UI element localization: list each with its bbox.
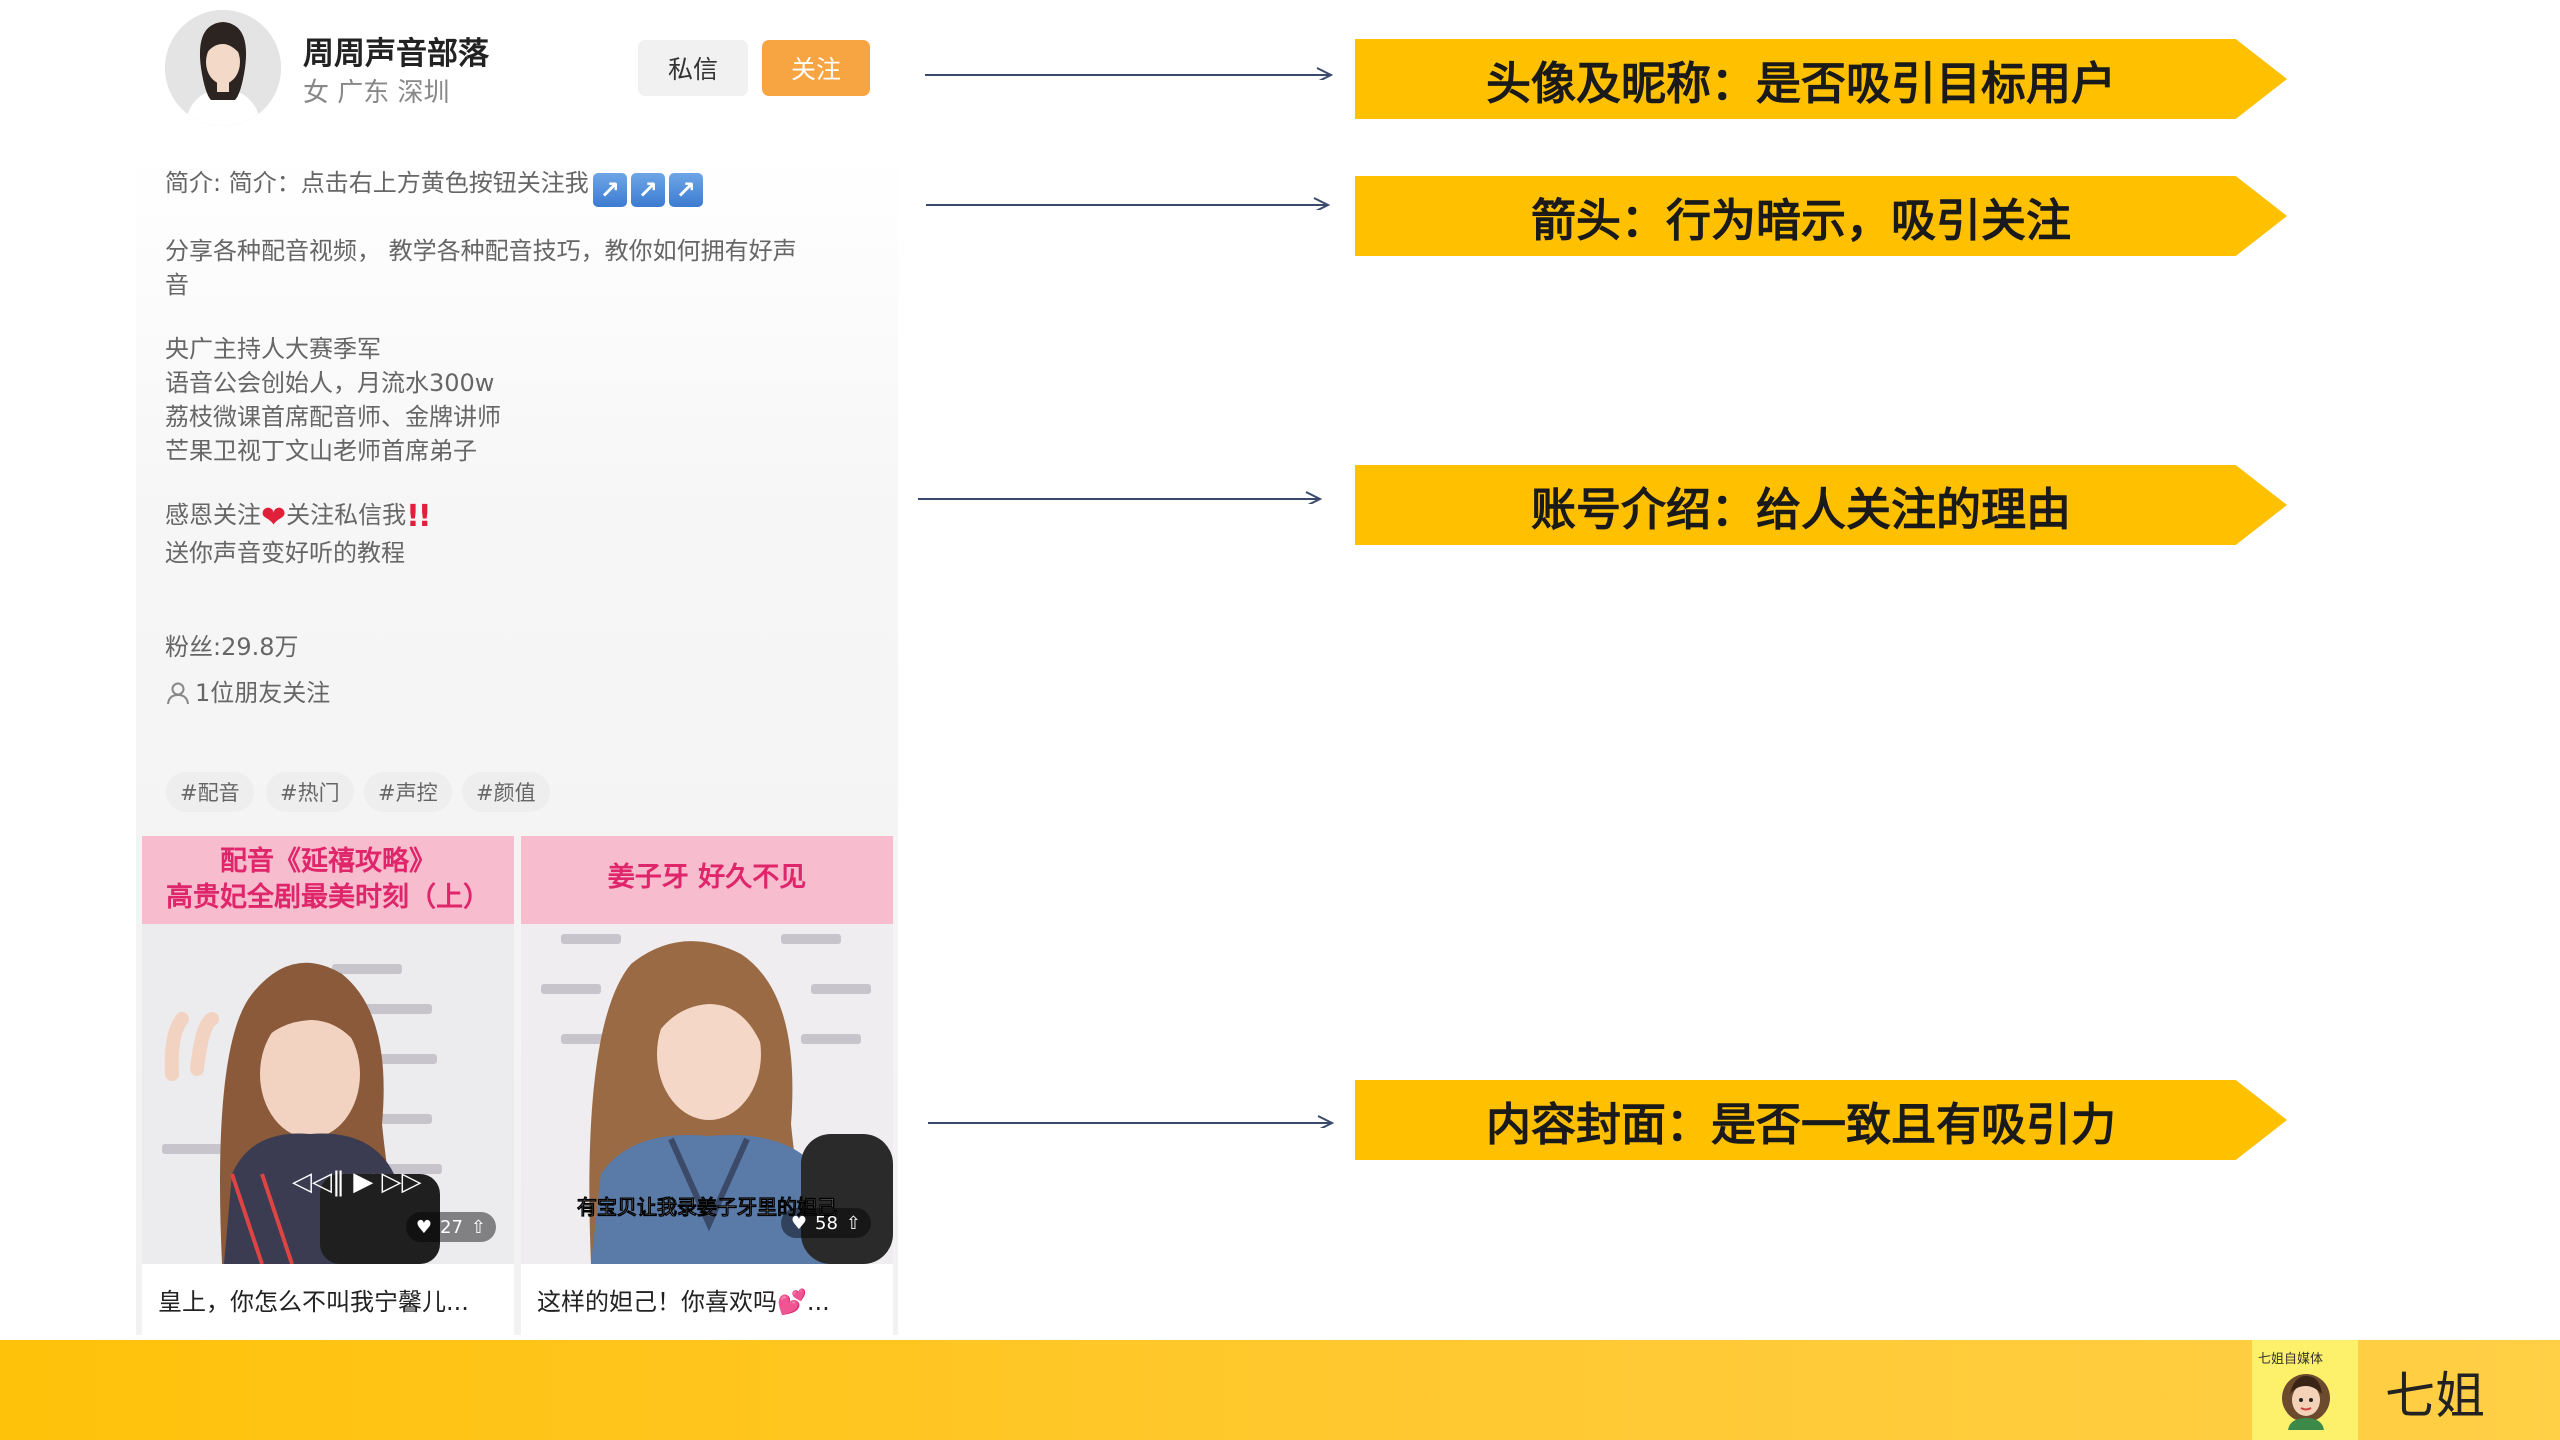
bio-text: 感恩关注 xyxy=(165,501,261,529)
friends-text: 1位朋友关注 xyxy=(195,679,331,707)
annotation-banner-arrows: 箭头：行为暗示，吸引关注 xyxy=(1355,176,2287,256)
annotation-banner-covers: 内容封面：是否一致且有吸引力 xyxy=(1355,1080,2287,1160)
friends-following[interactable]: 1位朋友关注 xyxy=(165,676,330,710)
heart-icon: ❤ xyxy=(261,500,287,535)
video-cover-title: 姜子牙 好久不见 xyxy=(521,836,893,924)
avatar-cartoon-icon xyxy=(2282,1374,2330,1430)
share-icon: ⇧ xyxy=(470,1216,486,1238)
double-exclamation-icon: !! xyxy=(406,499,431,534)
bio-intro-text: 简介: 简介：点击右上方黄色按钮关注我 xyxy=(165,169,589,197)
like-badge: ♥ 27 ⇧ xyxy=(405,1212,496,1242)
cover-title-line: 姜子牙 好久不见 xyxy=(607,862,807,893)
logo-text: 七姐自媒体 xyxy=(2258,1352,2324,1367)
bio-line: 语音公会创始人，月流水300w xyxy=(165,369,495,397)
video-card[interactable]: 配音《延禧攻略》 高贵妃全剧最美时刻（上） ◁◁‖ ▶ ▷▷ ♥ 27 ⇧ 皇上，你… xyxy=(142,836,514,1336)
follow-button[interactable]: 关注 xyxy=(762,40,870,96)
video-thumbnail: ◁◁‖ ▶ ▷▷ ♥ 27 ⇧ xyxy=(142,924,514,1264)
pointer-arrow xyxy=(928,1115,1335,1128)
tag-chip[interactable]: #颜值 xyxy=(462,772,550,812)
heart-icon: ♥ xyxy=(790,1212,807,1234)
video-cover-title: 配音《延禧攻略》 高贵妃全剧最美时刻（上） xyxy=(142,836,514,924)
video-footer: 皇上，你怎么不叫我宁馨儿... xyxy=(142,1264,514,1336)
like-count: 27 xyxy=(440,1216,463,1238)
bio-line: 音 xyxy=(165,271,189,299)
cover-title-line: 高贵妃全剧最美时刻（上） xyxy=(166,882,490,913)
caption-text: 这样的妲己！你喜欢吗 xyxy=(537,1288,777,1316)
cover-title-line: 配音《延禧攻略》 xyxy=(220,846,436,877)
annotation-banner-avatar: 头像及昵称：是否吸引目标用户 xyxy=(1355,39,2287,119)
caption-ellipsis: ... xyxy=(806,1288,830,1316)
user-icon xyxy=(167,682,189,705)
tag-chip[interactable]: #配音 xyxy=(166,772,254,812)
annotation-banner-bio: 账号介绍：给人关注的理由 xyxy=(1355,465,2287,545)
tag-chip[interactable]: #声控 xyxy=(364,772,452,812)
playback-controls-icon: ◁◁‖ ▶ ▷▷ xyxy=(292,1167,422,1197)
video-caption: 皇上，你怎么不叫我宁馨儿... xyxy=(158,1288,469,1316)
heart-icon: ♥ xyxy=(415,1216,432,1238)
bio-intro: 简介: 简介：点击右上方黄色按钮关注我 ↗ ↗ ↗ xyxy=(165,166,703,207)
arrow-upright-icon: ↗ xyxy=(592,173,627,207)
brand-name: 七姐 xyxy=(2385,1367,2485,1425)
pointer-arrow xyxy=(918,491,1323,504)
message-button[interactable]: 私信 xyxy=(638,40,748,96)
video-caption: 这样的妲己！你喜欢吗💕... xyxy=(537,1282,830,1317)
profile-name: 周周声音部落 xyxy=(303,36,489,72)
video-thumbnail: 有宝贝让我录姜子牙里的妲己 ♥ 58 ⇧ xyxy=(521,924,893,1264)
pink-hearts-icon: 💕 xyxy=(777,1288,807,1316)
bio-line: 芒果卫视丁文山老师首席弟子 xyxy=(165,437,477,465)
bio-line: 分享各种配音视频， 教学各种配音技巧，教你如何拥有好声 xyxy=(165,237,797,265)
video-footer: 这样的妲己！你喜欢吗💕... xyxy=(521,1264,893,1336)
share-icon: ⇧ xyxy=(845,1212,861,1234)
bio-follow-line: 感恩关注❤关注私信我!! xyxy=(165,498,432,535)
profile-location: 女 广东 深圳 xyxy=(303,78,450,108)
footer-bar xyxy=(0,1340,2560,1440)
pointer-arrow xyxy=(925,67,1334,80)
bio-line: 送你声音变好听的教程 xyxy=(165,539,405,567)
like-count: 58 xyxy=(815,1212,838,1234)
arrow-upright-icon: ↗ xyxy=(630,173,665,207)
bio-line: 央广主持人大赛季军 xyxy=(165,335,381,363)
fans-count: 粉丝:29.8万 xyxy=(165,633,299,661)
bio-line: 荔枝微课首席配音师、金牌讲师 xyxy=(165,403,501,431)
pointer-arrow xyxy=(926,197,1331,210)
tag-chip[interactable]: #热门 xyxy=(266,772,354,812)
arrow-upright-icon: ↗ xyxy=(668,173,703,207)
like-badge: ♥ 58 ⇧ xyxy=(780,1208,871,1238)
video-card[interactable]: 姜子牙 好久不见 有宝贝让我录姜子牙里的妲己 ♥ 58 ⇧ 这样的妲己！你喜欢吗💕.… xyxy=(521,836,893,1336)
bio-text: 关注私信我 xyxy=(286,501,407,529)
brand-logo: 七姐自媒体 xyxy=(2252,1340,2358,1440)
profile-avatar[interactable] xyxy=(165,10,281,126)
